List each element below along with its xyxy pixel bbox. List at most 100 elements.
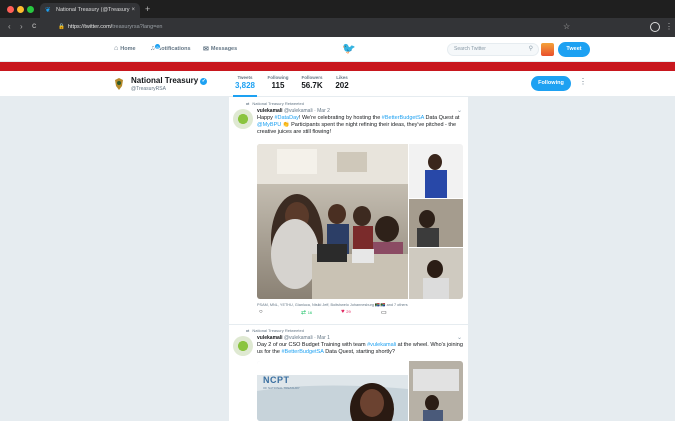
house-icon: ⌂ (114, 45, 119, 52)
tweet-text-part: Data Quest, starting shortly? (323, 349, 395, 356)
tweet-photo (257, 144, 463, 299)
address-bar: ‹ › C 🔒 https://twitter.com/treasuryrsa?l… (0, 18, 675, 37)
tweet-text: Happy #DataDay! We're celebrating by hos… (257, 115, 463, 137)
tweet-text-part: Data Quest at (424, 115, 460, 121)
following-button[interactable]: Following (531, 76, 571, 91)
chevron-down-icon[interactable]: ⌄ (457, 107, 462, 114)
stat-following[interactable]: Following 115 (265, 75, 291, 90)
photo-tagline[interactable]: PSAM, MNL, YETHU, Gianluca, Ntsiki Jeff,… (257, 302, 408, 307)
browser-menu-icon[interactable]: ⋮ (665, 21, 673, 33)
browser-tab[interactable]: ❦ National Treasury (@Treasury × (40, 3, 140, 18)
twitter-bird-icon[interactable]: 🐦 (342, 42, 356, 55)
twitter-top-nav: ⌂ Home ♫ Notifications 9 ✉ Messages 🐦 Se… (0, 37, 675, 62)
tweet-photo-collage[interactable] (257, 144, 463, 299)
reload-icon[interactable]: C (32, 21, 36, 33)
tweet-actions: ○ ⇄ 16 ♥ 29 ▭ (259, 309, 459, 319)
tweet-photo (257, 361, 463, 421)
retweet-count: 16 (307, 310, 313, 315)
new-tab-button[interactable]: + (145, 3, 150, 15)
user-avatar[interactable] (541, 43, 554, 56)
minimize-window-button[interactable] (17, 6, 24, 13)
chevron-down-icon[interactable]: ⌄ (457, 334, 462, 341)
tweet[interactable]: ⇄ National Treasury Retweeted vulekamali … (229, 97, 468, 325)
nav-messages-label: Messages (210, 46, 238, 52)
close-window-button[interactable] (7, 6, 14, 13)
tweet-text: Day 2 of our CSO Budget Training with te… (257, 342, 463, 356)
verified-icon: ✓ (200, 78, 208, 85)
nav-messages[interactable]: ✉ Messages (203, 45, 237, 53)
like-button[interactable]: ♥ 29 (341, 309, 351, 315)
stat-label: Tweets (237, 75, 253, 80)
stat-value: 115 (271, 81, 285, 90)
tweet-date[interactable]: · Mar 2 (314, 108, 330, 114)
url-field[interactable]: 🔒 https://twitter.com/treasuryrsa?lang=en (58, 22, 598, 33)
profile-handle: @TreasuryRSA (131, 86, 166, 92)
retweet-note: ⇄ National Treasury Retweeted (246, 328, 304, 333)
hashtag-link[interactable]: #BetterBudgetSA (281, 349, 323, 355)
more-options-icon[interactable]: ⋮ (579, 77, 587, 86)
reply-icon[interactable]: ○ (259, 309, 263, 315)
retweet-note-text: National Treasury Retweeted (252, 328, 304, 333)
stat-value: 3,828 (234, 81, 256, 90)
stat-label: Likes (336, 75, 348, 80)
timeline: ⇄ National Treasury Retweeted vulekamali … (229, 97, 468, 421)
stat-tweets[interactable]: Tweets 3,828 (233, 75, 257, 97)
envelope-icon: ✉ (203, 46, 209, 53)
retweet-icon: ⇄ (246, 328, 250, 333)
stat-value: 202 (335, 81, 349, 90)
url-host: https://twitter.com/ (67, 24, 113, 30)
profile-stats-bar: National Treasury ✓ @TreasuryRSA Tweets … (0, 71, 675, 97)
profile-name-text: National Treasury (131, 76, 199, 85)
bookmark-star-icon[interactable]: ☆ (563, 21, 570, 33)
profile-cover-strip (0, 62, 675, 71)
like-count: 29 (346, 309, 351, 314)
tweet-date[interactable]: · Mar 1 (314, 335, 330, 341)
stat-label: Followers (301, 75, 323, 80)
tweet-text-part: Day 2 of our CSO Budget Training with te… (257, 342, 368, 348)
browser-tab-bar: ❦ National Treasury (@Treasury × + (0, 0, 675, 18)
magnifier-icon[interactable]: ⚲ (529, 44, 533, 55)
tweet-author[interactable]: vulekamali (257, 108, 283, 114)
maximize-window-button[interactable] (27, 6, 34, 13)
stat-label: Following (267, 75, 289, 80)
tab-title: National Treasury (@Treasury (56, 7, 130, 13)
tweet-author[interactable]: vulekamali (257, 335, 283, 341)
twitter-favicon-icon: ❦ (45, 7, 51, 14)
tab-close-icon[interactable]: × (131, 3, 135, 18)
message-icon[interactable]: ▭ (381, 309, 387, 316)
tweet-photo-collage[interactable]: NCPT OF NATIONAL TREASURY (257, 361, 463, 421)
lock-icon: 🔒 (58, 24, 65, 30)
stat-value: 56.7K (301, 81, 323, 90)
coat-of-arms-icon (115, 78, 123, 90)
tweet-header: vulekamali @vulekamali · Mar 2 (257, 108, 330, 114)
tweet-handle: @vulekamali (283, 335, 313, 341)
banner-subtext: OF NATIONAL TREASURY (263, 386, 300, 390)
hashtag-link[interactable]: #DataDay (274, 115, 298, 121)
search-placeholder: Search Twitter (454, 46, 486, 52)
profile-icon[interactable] (650, 22, 660, 32)
nav-home[interactable]: ⌂ Home (114, 45, 136, 52)
tweet-text-part: 👏 Participants spent the night refining … (257, 122, 457, 136)
tweet-avatar[interactable] (233, 109, 253, 129)
url-path: treasuryrsa?lang=en (112, 24, 163, 30)
tweet[interactable]: ⇄ National Treasury Retweeted vulekamali … (229, 325, 468, 421)
search-input[interactable]: Search Twitter ⚲ (447, 43, 539, 56)
retweet-note: ⇄ National Treasury Retweeted (246, 101, 304, 106)
retweet-note-text: National Treasury Retweeted (252, 101, 304, 106)
stat-followers[interactable]: Followers 56.7K (298, 75, 326, 90)
mention-link[interactable]: @MyBPU (257, 122, 281, 128)
tweet-avatar[interactable] (233, 336, 253, 356)
hashtag-link[interactable]: #BetterBudgetSA (382, 115, 424, 121)
banner-text: NCPT (263, 375, 290, 385)
retweet-button[interactable]: ⇄ 16 (301, 309, 312, 316)
hashtag-link[interactable]: #vulekamali (367, 342, 396, 348)
back-icon[interactable]: ‹ (8, 21, 11, 33)
retweet-icon: ⇄ (246, 101, 250, 106)
stat-likes[interactable]: Likes 202 (333, 75, 351, 90)
notifications-badge: 9 (154, 43, 161, 50)
tweet-button[interactable]: Tweet (558, 42, 590, 57)
tweet-text-part: Happy (257, 115, 275, 121)
nav-notifications-label: Notifications (157, 45, 191, 52)
profile-name[interactable]: National Treasury ✓ (131, 76, 208, 85)
forward-icon[interactable]: › (20, 21, 23, 33)
